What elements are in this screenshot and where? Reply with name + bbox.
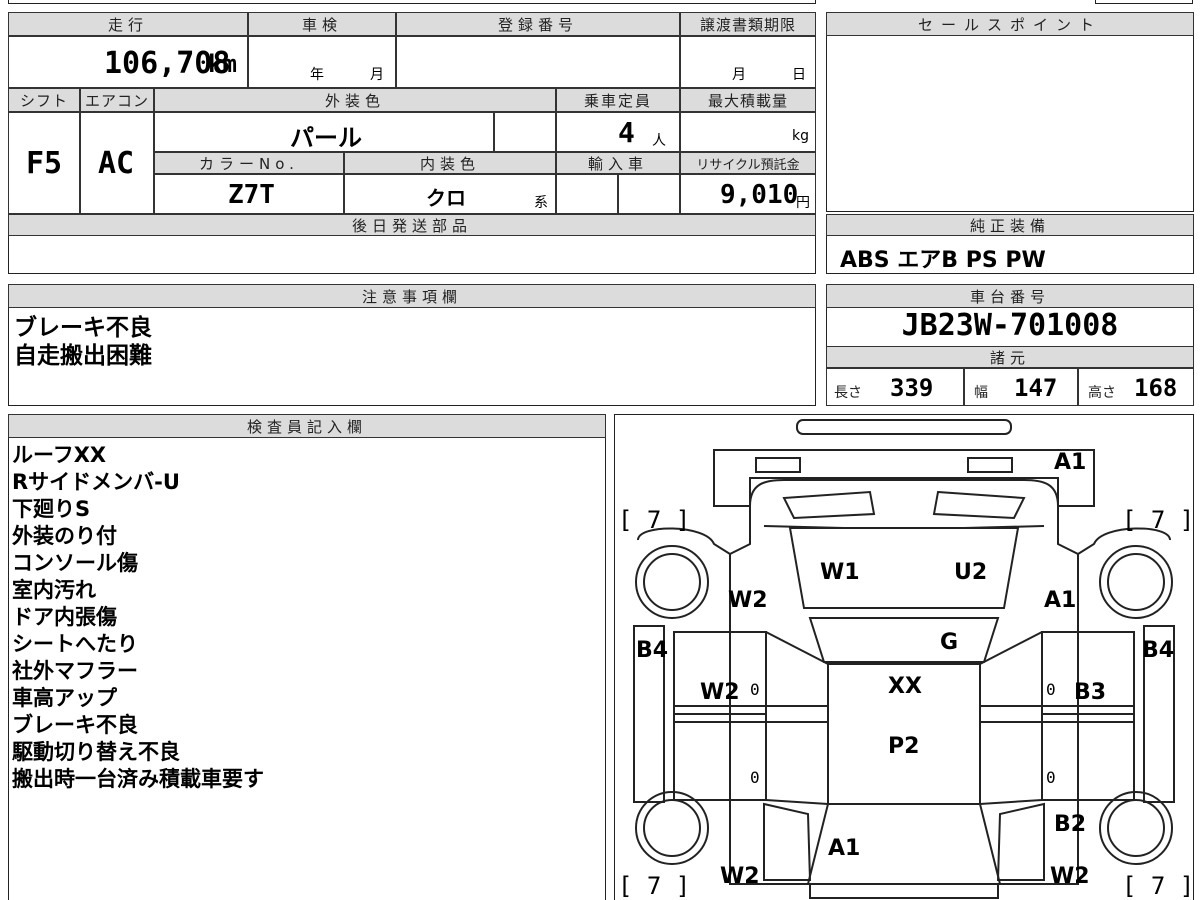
spec-height-value: 168	[1134, 374, 1178, 402]
mark-b4-left: B4	[636, 638, 669, 663]
mileage-unit: km	[208, 50, 237, 78]
shaken-year: 年	[310, 67, 324, 83]
chassis-value: JB23W-701008	[901, 308, 1119, 343]
exterior-header: 外装色	[154, 88, 556, 112]
inspector-line: 車高アップ	[12, 686, 117, 710]
inspector-line: ブレーキ不良	[12, 713, 138, 737]
inspector-line: ドア内張傷	[12, 605, 117, 629]
mileage-header: 走行	[8, 12, 248, 36]
mark-w2-right-bottom: W2	[1050, 864, 1090, 889]
chassis-header: 車台番号	[826, 284, 1194, 308]
inspector-line: 下廻りS	[12, 497, 91, 521]
maxload-unit: kg	[792, 128, 809, 144]
shift-header: シフト	[8, 88, 80, 112]
mark-a1-bottom: A1	[828, 836, 861, 861]
mark-bracket-br: [ 7 ]	[1122, 872, 1195, 900]
mark-u2: U2	[954, 560, 988, 585]
inspector-line: 室内汚れ	[12, 578, 96, 602]
sales-point-frame	[826, 12, 1194, 212]
inspector-line: 外装のり付	[12, 524, 117, 548]
maxload-header: 最大積載量	[680, 88, 816, 112]
mark-w2-left-bottom: W2	[720, 864, 760, 889]
transfer-month: 月	[732, 67, 746, 83]
mark-bracket-tr: [ 7 ]	[1122, 506, 1195, 534]
transfer-day: 日	[792, 67, 806, 83]
inspector-line: 搬出時一台済み積載車要す	[12, 767, 264, 791]
colorno-header: カラーNo.	[154, 152, 344, 174]
notes-header: 注意事項欄	[8, 284, 816, 308]
ac-header: エアコン	[80, 88, 154, 112]
inspector-line: Rサイドメンバ-U	[12, 470, 180, 494]
mark-a1-right: A1	[1044, 588, 1077, 613]
import-cell-b	[618, 174, 680, 214]
exterior-value: パール	[290, 124, 362, 152]
mark-bracket-tl: [ 7 ]	[618, 506, 691, 534]
inspector-line: 駆動切り替え不良	[12, 740, 180, 764]
recycle-value: 9,010	[720, 180, 799, 210]
spec-width-value: 147	[1014, 374, 1058, 402]
notes-text: ブレーキ不良 自走搬出困難	[14, 314, 152, 370]
mark-a1-top: A1	[1054, 450, 1087, 475]
top-strip-box-right	[1095, 0, 1193, 4]
specs-header: 諸元	[826, 346, 1194, 368]
notes-line: 自走搬出困難	[14, 343, 152, 369]
import-header: 輸入車	[556, 152, 680, 174]
capacity-header: 乗車定員	[556, 88, 680, 112]
later-parts-header: 後日発送部品	[8, 214, 816, 236]
equipment-header: 純正装備	[826, 214, 1194, 236]
inspector-lines: ルーフXX Rサイドメンバ-U 下廻りS 外装のり付 コンソール傷 室内汚れ ド…	[12, 442, 264, 793]
mark-g: G	[940, 630, 959, 655]
inspector-header: 検査員記入欄	[8, 414, 606, 438]
interior-header: 内装色	[344, 152, 556, 174]
shift-value: F5	[26, 146, 63, 181]
equipment-value: ABS エアB PS PW	[840, 248, 1046, 273]
capacity-unit: 人	[652, 133, 666, 149]
recycle-unit: 円	[796, 195, 810, 211]
registration-cell	[396, 36, 680, 88]
recycle-header: リサイクル預託金	[680, 152, 816, 174]
inspector-line: 社外マフラー	[12, 659, 138, 683]
spec-width-label: 幅	[974, 385, 988, 401]
capacity-value: 4	[618, 116, 635, 149]
spec-height-label: 高さ	[1088, 385, 1116, 401]
inspector-line: コンソール傷	[12, 551, 138, 575]
mark-p2: P2	[888, 734, 920, 759]
interior-suffix: 系	[534, 195, 548, 211]
top-strip-box	[8, 0, 816, 4]
mark-zero-3: 0	[750, 768, 760, 787]
mark-w2-left-top: W2	[728, 588, 768, 613]
mark-w1: W1	[820, 560, 860, 585]
inspector-line: シートへたり	[12, 632, 138, 656]
spec-length-label: 長さ	[834, 385, 862, 401]
shaken-header: 車検	[248, 12, 396, 36]
notes-line: ブレーキ不良	[14, 315, 152, 341]
transfer-header: 譲渡書類期限	[680, 12, 816, 36]
import-cell-a	[556, 174, 618, 214]
shaken-month: 月	[370, 67, 384, 83]
spec-length-value: 339	[890, 374, 934, 402]
interior-value: クロ	[426, 186, 466, 210]
inspector-line: ルーフXX	[12, 443, 107, 467]
colorno-value: Z7T	[228, 180, 275, 210]
mark-b3: B3	[1074, 680, 1107, 705]
mark-zero-1: 0	[750, 680, 760, 699]
mark-zero-2: 0	[1046, 680, 1056, 699]
mark-xx: XX	[888, 674, 922, 699]
car-outline-diagram	[633, 419, 1175, 899]
registration-header: 登録番号	[396, 12, 680, 36]
sales-point-header: セールスポイント	[826, 12, 1194, 36]
mark-b2: B2	[1054, 812, 1087, 837]
exterior-extra-cell	[494, 112, 556, 152]
mark-b4-right: B4	[1142, 638, 1175, 663]
ac-value: AC	[98, 146, 135, 181]
mark-zero-4: 0	[1046, 768, 1056, 787]
mark-bracket-bl: [ 7 ]	[618, 872, 691, 900]
mark-w2-left-mid: W2	[700, 680, 740, 705]
